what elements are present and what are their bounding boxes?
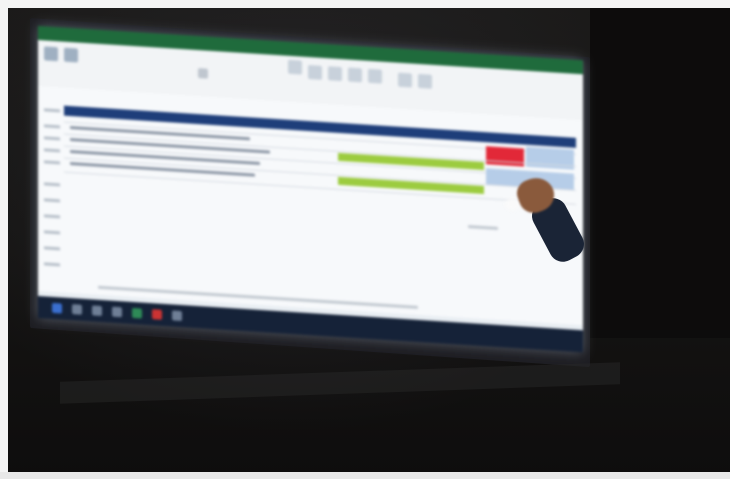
row-number	[44, 230, 60, 235]
dark-room-wall	[590, 8, 730, 338]
row-number	[44, 160, 60, 165]
row-number	[44, 182, 60, 187]
projected-spreadsheet-screen	[38, 26, 583, 353]
row-number	[44, 136, 60, 141]
photo-border-left	[0, 0, 8, 479]
browser-icon	[72, 304, 82, 315]
row-number	[44, 198, 60, 203]
red-status-cell	[486, 146, 524, 167]
ribbon-find-icon	[418, 73, 432, 89]
photo-border-top	[0, 0, 730, 8]
app-icon	[172, 310, 182, 322]
explorer-icon	[92, 305, 102, 317]
ribbon-insert-icon	[348, 67, 362, 83]
ribbon-style-icon	[308, 64, 322, 80]
ribbon-format-icon	[288, 59, 302, 75]
excel-icon	[132, 307, 142, 319]
start-icon	[52, 302, 62, 314]
ribbon-paste-icon	[64, 47, 78, 63]
ribbon-delete-icon	[368, 68, 382, 84]
photo-border-bottom	[0, 472, 730, 479]
row-number	[44, 214, 60, 219]
row-number	[44, 148, 60, 153]
chart-placeholder-icon	[198, 68, 208, 79]
sheet-note	[468, 225, 498, 230]
app-icon	[112, 306, 122, 318]
record-icon	[152, 309, 162, 320]
ribbon-file-icon	[44, 46, 58, 62]
row-number	[44, 262, 60, 267]
ribbon-table-icon	[328, 66, 342, 82]
row-number	[44, 124, 60, 129]
row-number	[44, 108, 60, 113]
ribbon-sort-icon	[398, 72, 412, 88]
row-number	[44, 246, 60, 251]
spreadsheet-grid	[38, 68, 583, 326]
